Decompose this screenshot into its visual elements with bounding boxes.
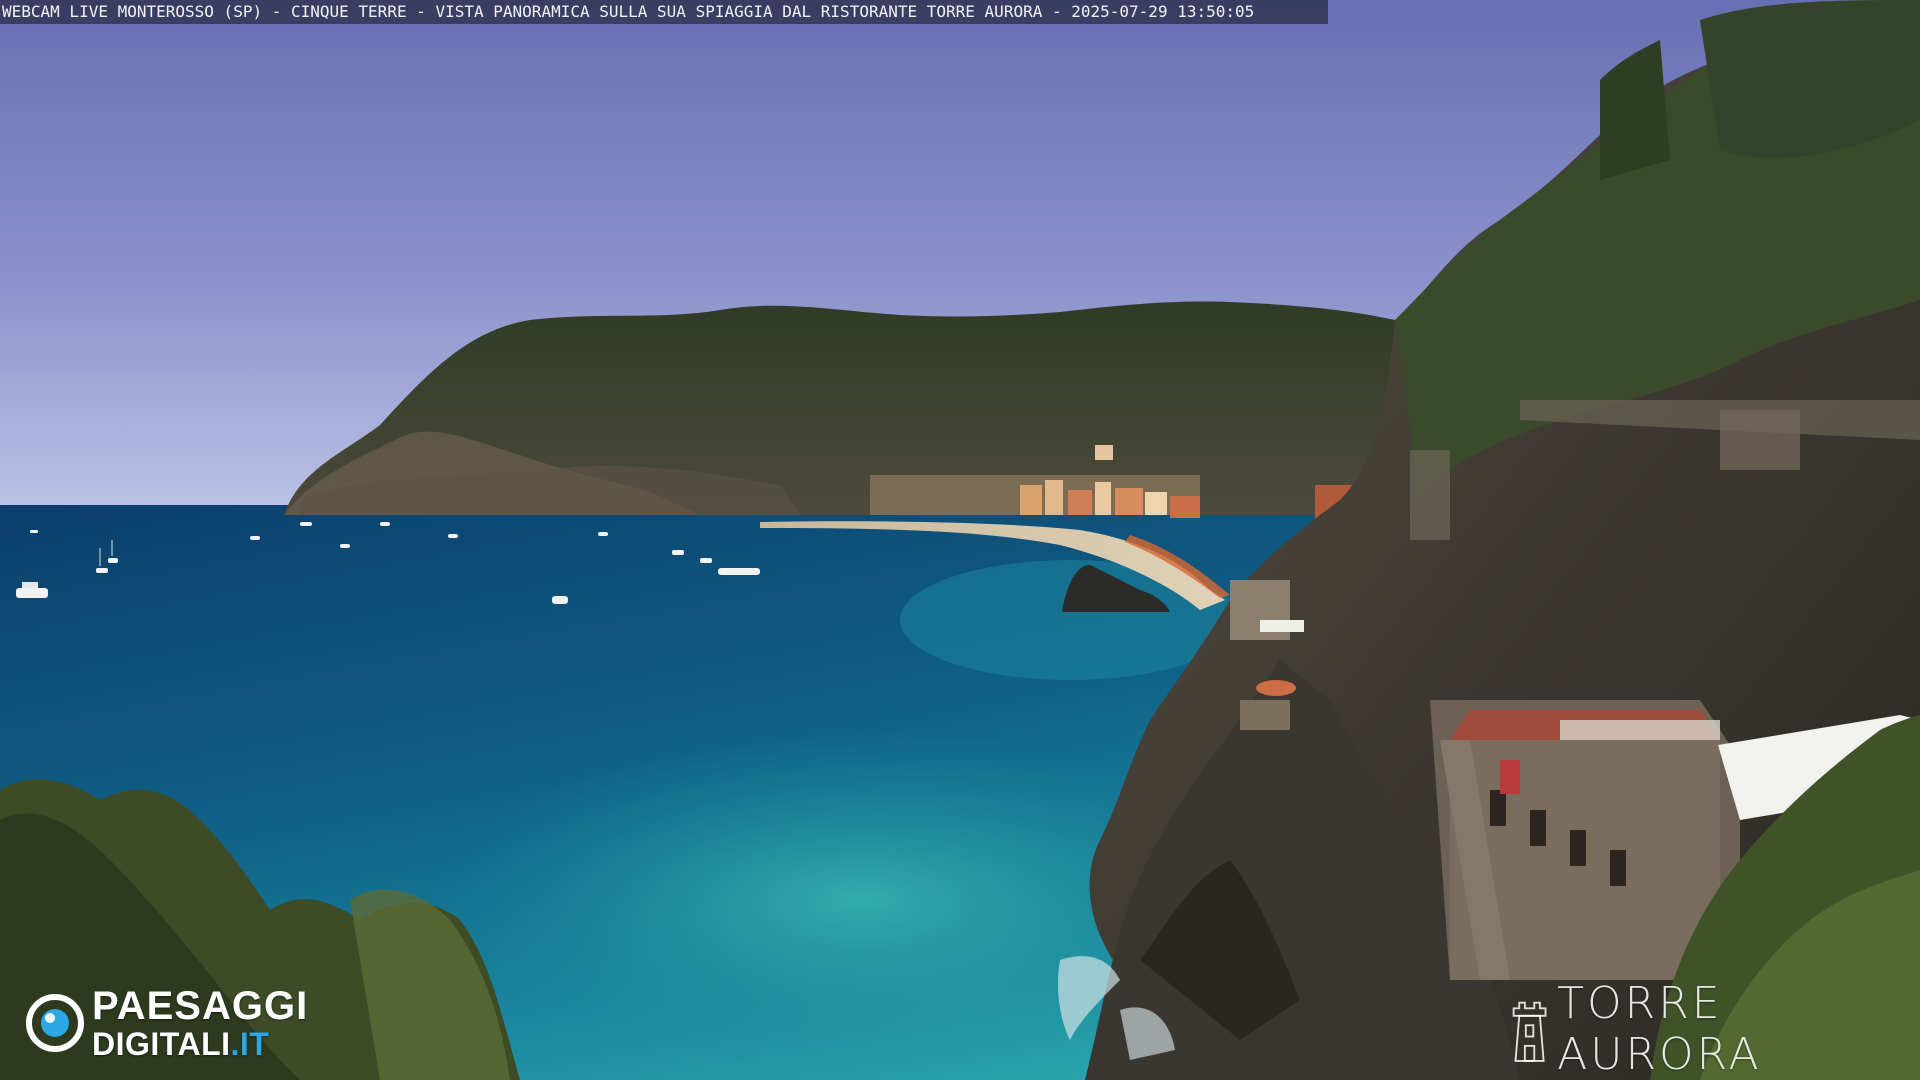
webcam-frame: WEBCAM LIVE MONTEROSSO (SP) - CINQUE TER… — [0, 0, 1920, 1080]
paesaggi-digitali-logo: PAESAGGI DIGITALI.IT — [26, 986, 308, 1060]
caption-text: WEBCAM LIVE MONTEROSSO (SP) - CINQUE TER… — [2, 2, 1255, 21]
torre-aurora-tower-icon — [1512, 1001, 1547, 1062]
panorama-photo — [0, 0, 1920, 1080]
logo-line2: DIGITALI.IT — [92, 1028, 308, 1060]
logo-line2-main: DIGITALI — [92, 1026, 231, 1062]
logo-line1: PAESAGGI — [92, 984, 309, 1028]
paesaggi-digitali-eye-logo-icon — [26, 994, 84, 1052]
logo-wordmark: PAESAGGI DIGITALI.IT — [92, 986, 308, 1060]
restaurant-name: TORRE AURORA — [1557, 978, 1762, 1080]
torre-aurora-watermark: TORRE AURORA — [1508, 978, 1920, 1080]
logo-line2-suffix: .IT — [230, 1026, 270, 1062]
webcam-caption: WEBCAM LIVE MONTEROSSO (SP) - CINQUE TER… — [0, 0, 1328, 24]
